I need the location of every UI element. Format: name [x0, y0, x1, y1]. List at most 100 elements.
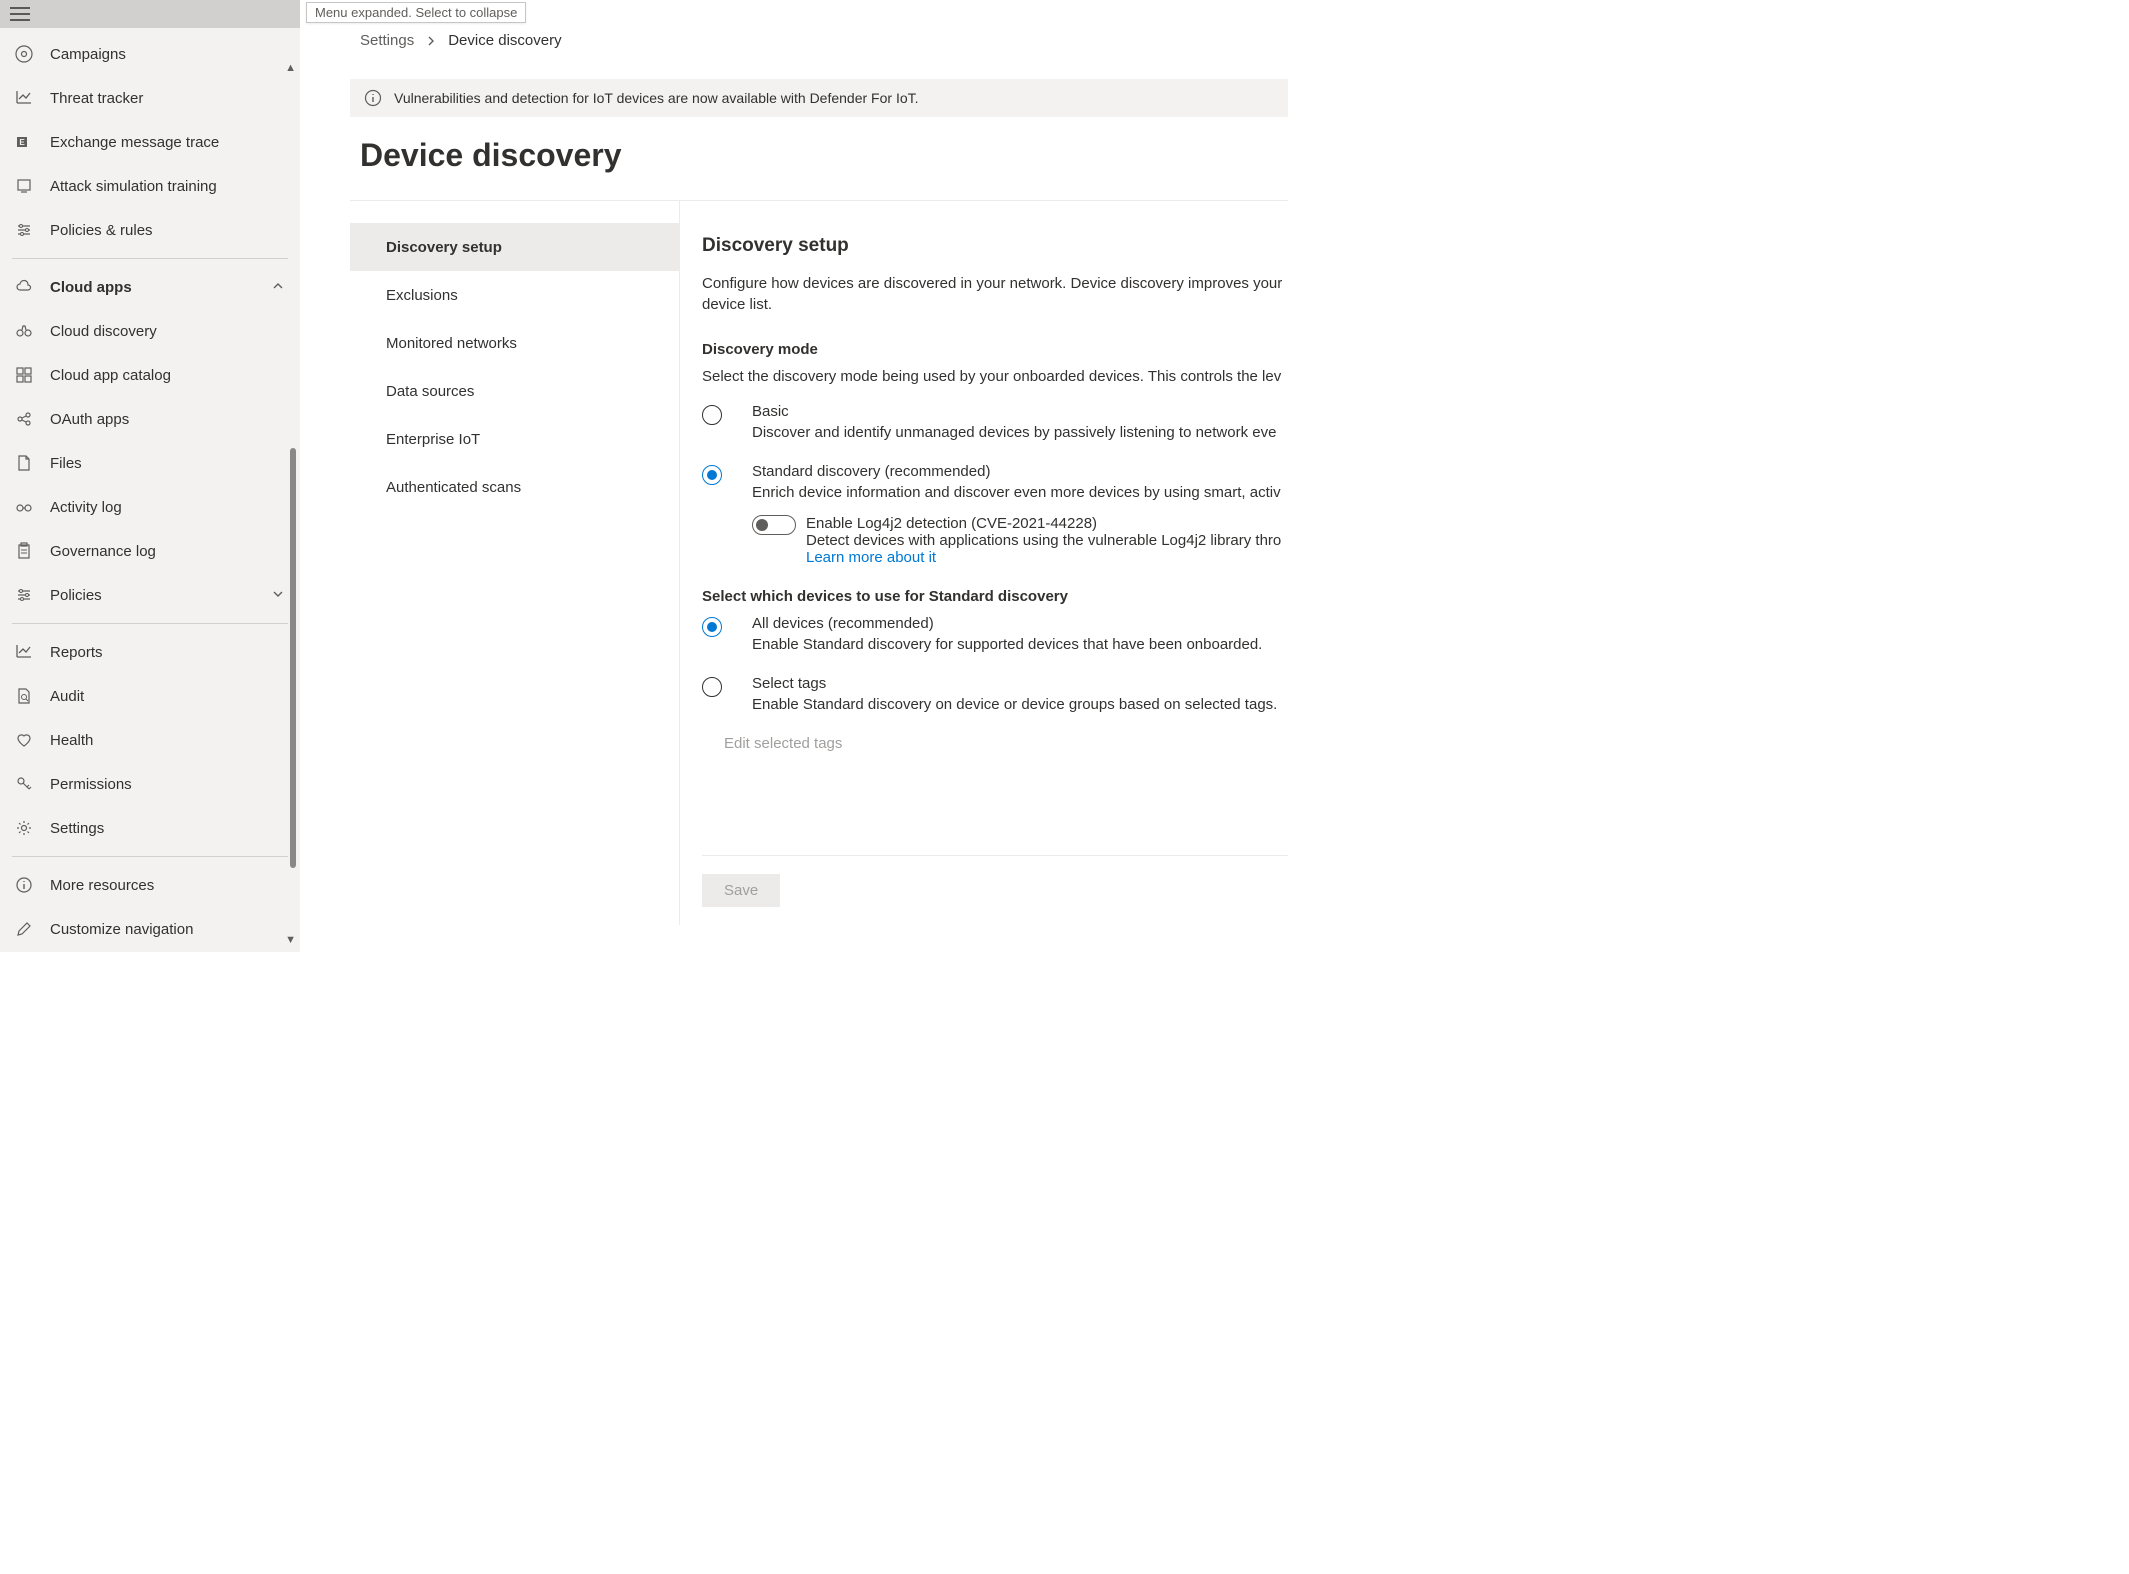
- sidebar-item-label: Activity log: [50, 499, 286, 516]
- scroll-down[interactable]: ▼: [285, 934, 296, 946]
- subnav-monitored-networks[interactable]: Monitored networks: [350, 319, 679, 367]
- sidebar-item-label: More resources: [50, 877, 286, 894]
- info-icon: [364, 89, 382, 107]
- chart-icon: [14, 642, 34, 662]
- sidebar-item-label: Health: [50, 732, 286, 749]
- radio-standard-desc: Enrich device information and discover e…: [752, 484, 1281, 501]
- page-title: Device discovery: [350, 117, 1288, 200]
- detail-description: Configure how devices are discovered in …: [702, 273, 1288, 315]
- discovery-mode-desc: Select the discovery mode being used by …: [702, 368, 1288, 385]
- chevron-right-icon: [426, 36, 436, 46]
- menu-tooltip: Menu expanded. Select to collapse: [306, 2, 526, 23]
- sidebar-item-threat-tracker[interactable]: Threat tracker: [10, 76, 290, 120]
- divider: [12, 856, 288, 857]
- sidebar-item-policies[interactable]: Policies: [10, 573, 290, 617]
- sidebar-item-health[interactable]: Health: [10, 718, 290, 762]
- subnav-authenticated-scans[interactable]: Authenticated scans: [350, 463, 679, 511]
- discovery-mode-label: Discovery mode: [702, 341, 1288, 358]
- sidebar-item-policies-rules[interactable]: Policies & rules: [10, 208, 290, 252]
- radio-basic[interactable]: [702, 405, 722, 425]
- binoculars-icon: [14, 321, 34, 341]
- toggle-log4j[interactable]: [752, 515, 796, 535]
- sidebar-item-label: OAuth apps: [50, 411, 286, 428]
- sidebar-item-audit[interactable]: Audit: [10, 674, 290, 718]
- sidebar-item-label: Campaigns: [50, 46, 286, 63]
- clipboard-icon: [14, 541, 34, 561]
- sidebar-item-customize-navigation[interactable]: Customize navigation: [10, 907, 290, 951]
- gear-icon: [14, 818, 34, 838]
- subnav-exclusions[interactable]: Exclusions: [350, 271, 679, 319]
- radio-select-tags[interactable]: [702, 677, 722, 697]
- chevron-up-icon: [272, 279, 286, 295]
- subnav-enterprise-iot[interactable]: Enterprise IoT: [350, 415, 679, 463]
- radio-all-devices-desc: Enable Standard discovery for supported …: [752, 636, 1262, 653]
- sidebar-item-settings[interactable]: Settings: [10, 806, 290, 850]
- divider: [12, 623, 288, 624]
- sidebar-item-label: Files: [50, 455, 286, 472]
- sidebar-item-label: Customize navigation: [50, 921, 286, 938]
- subnav: Discovery setup Exclusions Monitored net…: [350, 201, 680, 925]
- sidebar-item-label: Permissions: [50, 776, 286, 793]
- breadcrumb: Settings Device discovery: [300, 32, 1288, 49]
- subnav-discovery-setup[interactable]: Discovery setup: [350, 223, 679, 271]
- radio-select-tags-title: Select tags: [752, 675, 1277, 692]
- toggle-log4j-title: Enable Log4j2 detection (CVE-2021-44228): [806, 515, 1281, 532]
- sidebar-item-cloud-apps[interactable]: Cloud apps: [10, 265, 290, 309]
- training-icon: [14, 176, 34, 196]
- sidebar-item-label: Policies & rules: [50, 222, 286, 239]
- banner-text: Vulnerabilities and detection for IoT de…: [394, 90, 919, 106]
- key-icon: [14, 774, 34, 794]
- breadcrumb-root[interactable]: Settings: [360, 32, 414, 49]
- sidebar-item-label: Governance log: [50, 543, 286, 560]
- sidebar-item-label: Cloud app catalog: [50, 367, 286, 384]
- sidebar-item-campaigns[interactable]: Campaigns: [10, 32, 290, 76]
- log4j-learn-more-link[interactable]: Learn more about it: [806, 549, 936, 566]
- sidebar-item-label: Cloud apps: [50, 279, 272, 296]
- target-icon: [14, 44, 34, 64]
- sidebar-item-files[interactable]: Files: [10, 441, 290, 485]
- sidebar-item-attack-simulation[interactable]: Attack simulation training: [10, 164, 290, 208]
- sidebar-item-exchange-trace[interactable]: E Exchange message trace: [10, 120, 290, 164]
- chevron-down-icon: [272, 587, 286, 603]
- save-button[interactable]: Save: [702, 874, 780, 907]
- select-devices-label: Select which devices to use for Standard…: [702, 588, 1288, 605]
- sidebar-item-governance-log[interactable]: Governance log: [10, 529, 290, 573]
- radio-standard-title: Standard discovery (recommended): [752, 463, 1281, 480]
- sidebar-item-oauth-apps[interactable]: OAuth apps: [10, 397, 290, 441]
- cloud-icon: [14, 277, 34, 297]
- radio-standard[interactable]: [702, 465, 722, 485]
- sidebar-item-cloud-app-catalog[interactable]: Cloud app catalog: [10, 353, 290, 397]
- toggle-log4j-desc: Detect devices with applications using t…: [806, 532, 1281, 549]
- sidebar-item-label: Reports: [50, 644, 286, 661]
- sidebar-item-label: Cloud discovery: [50, 323, 286, 340]
- sidebar-item-label: Audit: [50, 688, 286, 705]
- info-icon: [14, 875, 34, 895]
- radio-basic-title: Basic: [752, 403, 1276, 420]
- sidebar-item-permissions[interactable]: Permissions: [10, 762, 290, 806]
- radio-all-devices[interactable]: [702, 617, 722, 637]
- hamburger-menu-button[interactable]: [0, 3, 40, 25]
- scrollbar-thumb[interactable]: [290, 448, 296, 868]
- sidebar: ▲ Campaigns Threat tracker E Exchange me…: [0, 0, 300, 952]
- subnav-data-sources[interactable]: Data sources: [350, 367, 679, 415]
- grid-icon: [14, 365, 34, 385]
- breadcrumb-current: Device discovery: [448, 32, 561, 49]
- info-banner: Vulnerabilities and detection for IoT de…: [350, 79, 1288, 117]
- heart-icon: [14, 730, 34, 750]
- sidebar-item-more-resources[interactable]: More resources: [10, 863, 290, 907]
- sidebar-item-activity-log[interactable]: Activity log: [10, 485, 290, 529]
- file-icon: [14, 453, 34, 473]
- sidebar-item-reports[interactable]: Reports: [10, 630, 290, 674]
- exchange-icon: E: [14, 132, 34, 152]
- sidebar-item-label: Policies: [50, 587, 272, 604]
- sliders-icon: [14, 220, 34, 240]
- sidebar-item-label: Exchange message trace: [50, 134, 286, 151]
- sliders-icon: [14, 585, 34, 605]
- radio-all-devices-title: All devices (recommended): [752, 615, 1262, 632]
- sidebar-item-cloud-discovery[interactable]: Cloud discovery: [10, 309, 290, 353]
- pencil-icon: [14, 919, 34, 939]
- oauth-icon: [14, 409, 34, 429]
- scroll-up[interactable]: ▲: [285, 62, 296, 74]
- sidebar-item-label: Attack simulation training: [50, 178, 286, 195]
- radio-basic-desc: Discover and identify unmanaged devices …: [752, 424, 1276, 441]
